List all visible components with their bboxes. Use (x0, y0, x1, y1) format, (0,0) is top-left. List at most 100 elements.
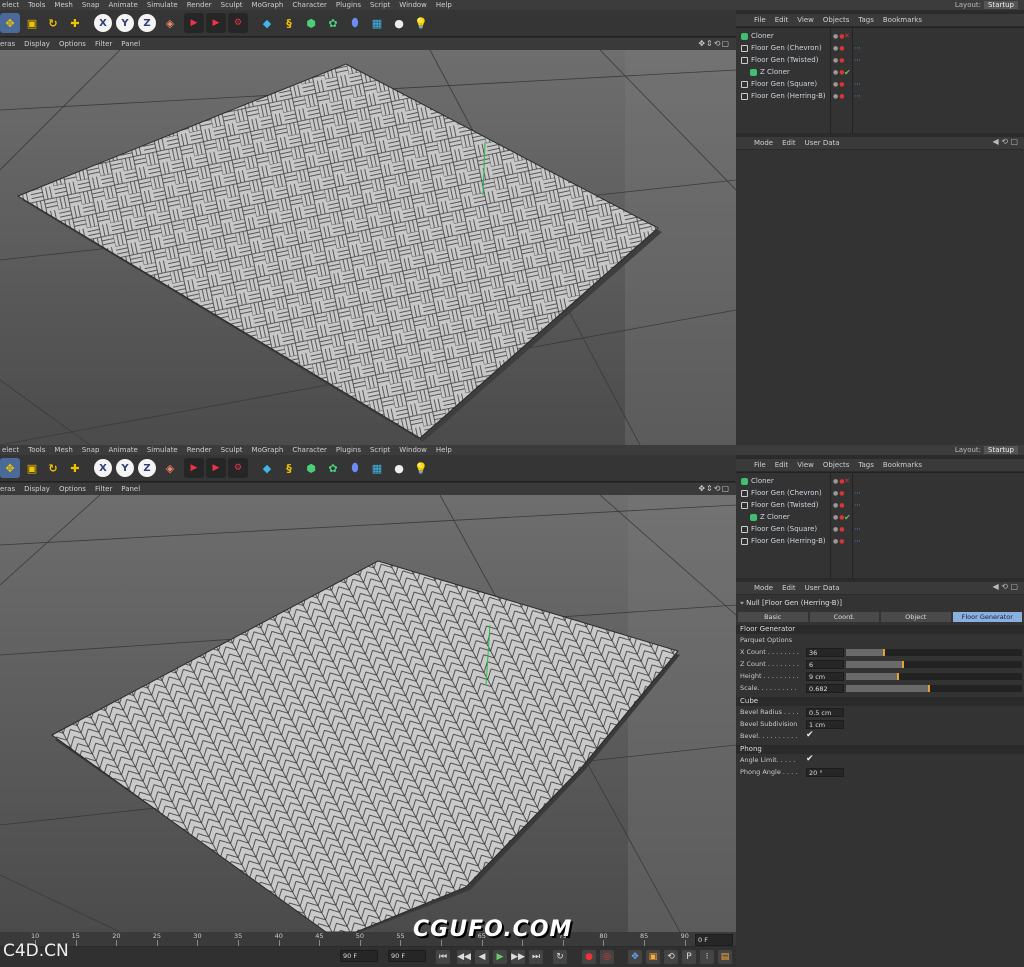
menu-script[interactable]: Script (370, 446, 390, 454)
phong-angle-field[interactable]: 20 ° (806, 768, 844, 777)
render-picture-viewer-icon[interactable]: ▶ (206, 13, 226, 33)
tag-icon[interactable]: ⋯ (854, 56, 861, 64)
vmenu-options[interactable]: Options (59, 40, 86, 48)
am-nav-arrows-icon[interactable]: ◀ ⟲ ▢ (993, 582, 1019, 591)
x-count-slider[interactable] (846, 649, 1022, 656)
bevel-radius-field[interactable]: 0.5 cm (806, 708, 844, 717)
tag-icon[interactable]: ⋯ (854, 537, 861, 545)
camera-icon[interactable]: ● (389, 13, 409, 33)
layout-selector[interactable]: Layout: Startup (736, 0, 1024, 10)
loop-icon[interactable]: ↻ (553, 950, 567, 964)
visibility-dots[interactable]: ●● (833, 45, 846, 52)
step-forward-icon[interactable]: ▶▶ (511, 950, 525, 964)
visibility-dots[interactable]: ●● (833, 490, 846, 497)
vmenu-options[interactable]: Options (59, 485, 86, 493)
add-tool-icon[interactable]: ✚ (65, 458, 85, 478)
menu-simulate[interactable]: Simulate (147, 446, 178, 454)
am-mode[interactable]: Mode (754, 584, 773, 592)
move-tool-icon[interactable]: ✥ (0, 458, 20, 478)
tab-floor-generator[interactable]: Floor Generator (952, 612, 1022, 622)
key-param-icon[interactable]: P (682, 950, 696, 964)
layout-value[interactable]: Startup (984, 1, 1018, 9)
menu-mograph[interactable]: MoGraph (252, 1, 284, 9)
scale-tool-icon[interactable]: ▣ (22, 458, 42, 478)
visibility-dots[interactable]: ●● (833, 502, 846, 509)
visibility-dots[interactable]: ●● (833, 57, 846, 64)
object-row[interactable]: Floor Gen (Chevron) ●● ⋯ (736, 487, 1024, 499)
menu-mesh[interactable]: Mesh (54, 446, 72, 454)
am-mode[interactable]: Mode (754, 139, 773, 147)
object-row[interactable]: Floor Gen (Square) ●● ⋯ (736, 78, 1024, 90)
object-row[interactable]: Cloner ●● ✕ (736, 475, 1024, 487)
am-user-data[interactable]: User Data (805, 139, 840, 147)
vmenu-panel[interactable]: Panel (121, 40, 140, 48)
autokey-icon[interactable]: ◎ (600, 950, 614, 964)
menu-character[interactable]: Character (292, 446, 327, 454)
tab-basic[interactable]: Basic (738, 612, 808, 622)
rotate-tool-icon[interactable]: ↻ (43, 458, 63, 478)
om-file[interactable]: File (754, 461, 766, 469)
object-row[interactable]: Floor Gen (Chevron) ●● ⋯ (736, 42, 1024, 54)
record-icon[interactable]: ● (582, 950, 596, 964)
height-slider[interactable] (846, 673, 1022, 680)
floor-icon[interactable]: ▦ (367, 458, 387, 478)
vmenu-display[interactable]: Display (24, 485, 50, 493)
coordinate-system-icon[interactable]: ◈ (160, 458, 180, 478)
z-axis-icon[interactable]: Z (138, 459, 156, 477)
z-count-slider[interactable] (846, 661, 1022, 668)
go-to-start-icon[interactable]: ⏮ (436, 950, 450, 964)
render-settings-icon[interactable]: ⚙ (228, 458, 248, 478)
visibility-dots[interactable]: ●● (833, 526, 846, 533)
subdivision-icon[interactable]: ⬢ (301, 458, 321, 478)
y-axis-icon[interactable]: Y (116, 14, 134, 32)
key-rotate-icon[interactable]: ⟲ (664, 950, 678, 964)
om-edit[interactable]: Edit (775, 461, 789, 469)
object-row[interactable]: Floor Gen (Herring-B) ●● ⋯ (736, 90, 1024, 102)
move-tool-icon[interactable]: ✥ (0, 13, 20, 33)
tag-icon[interactable]: ⋯ (854, 525, 861, 533)
coordinate-system-icon[interactable]: ◈ (160, 13, 180, 33)
y-axis-icon[interactable]: Y (116, 459, 134, 477)
menu-render[interactable]: Render (187, 446, 212, 454)
om-view[interactable]: View (797, 461, 814, 469)
menu-animate[interactable]: Animate (108, 1, 137, 9)
vmenu-panel[interactable]: Panel (121, 485, 140, 493)
render-settings-icon[interactable]: ⚙ (228, 13, 248, 33)
add-tool-icon[interactable]: ✚ (65, 13, 85, 33)
om-objects[interactable]: Objects (823, 16, 849, 24)
deformer-icon[interactable]: ⬮ (345, 458, 365, 478)
key-move-icon[interactable]: ✥ (628, 950, 642, 964)
disabled-x-icon[interactable]: ✕ (844, 32, 850, 40)
menu-help[interactable]: Help (436, 446, 452, 454)
layout-selector[interactable]: Layout: Startup (736, 445, 1024, 455)
spline-icon[interactable]: § (279, 13, 299, 33)
light-icon[interactable]: 💡 (411, 458, 431, 478)
play-backward-icon[interactable]: ◀ (475, 950, 489, 964)
camera-icon[interactable]: ● (389, 458, 409, 478)
visibility-dots[interactable]: ●● (833, 538, 846, 545)
tab-object[interactable]: Object (881, 612, 951, 622)
am-user-data[interactable]: User Data (805, 584, 840, 592)
x-count-field[interactable]: 36 (806, 648, 844, 657)
menu-tools[interactable]: Tools (28, 446, 45, 454)
menu-snap[interactable]: Snap (82, 1, 100, 9)
scale-slider[interactable] (846, 685, 1022, 692)
viewport-perspective[interactable] (0, 50, 736, 445)
am-edit[interactable]: Edit (782, 139, 796, 147)
object-row[interactable]: Z Cloner ●● ✔ (736, 66, 1024, 78)
tag-icon[interactable]: ⋯ (854, 501, 861, 509)
bevel-subdivision-field[interactable]: 1 cm (806, 720, 844, 729)
menu-mesh[interactable]: Mesh (54, 1, 72, 9)
menu-script[interactable]: Script (370, 1, 390, 9)
om-objects[interactable]: Objects (823, 461, 849, 469)
play-forward-icon[interactable]: ▶ (493, 950, 507, 964)
menu-sculpt[interactable]: Sculpt (221, 1, 243, 9)
scale-tool-icon[interactable]: ▣ (22, 13, 42, 33)
timeline-ruler[interactable]: 10 15 20 25 30 35 40 45 50 55 60 65 70 75 80 85 90 (0, 932, 736, 946)
viewport-nav-icons[interactable]: ✥⇕⟲▢ (698, 484, 730, 493)
key-scale-icon[interactable]: ▣ (646, 950, 660, 964)
om-view[interactable]: View (797, 16, 814, 24)
scale-field[interactable]: 0.682 (806, 684, 844, 693)
om-bookmarks[interactable]: Bookmarks (883, 16, 922, 24)
menu-plugins[interactable]: Plugins (336, 446, 361, 454)
